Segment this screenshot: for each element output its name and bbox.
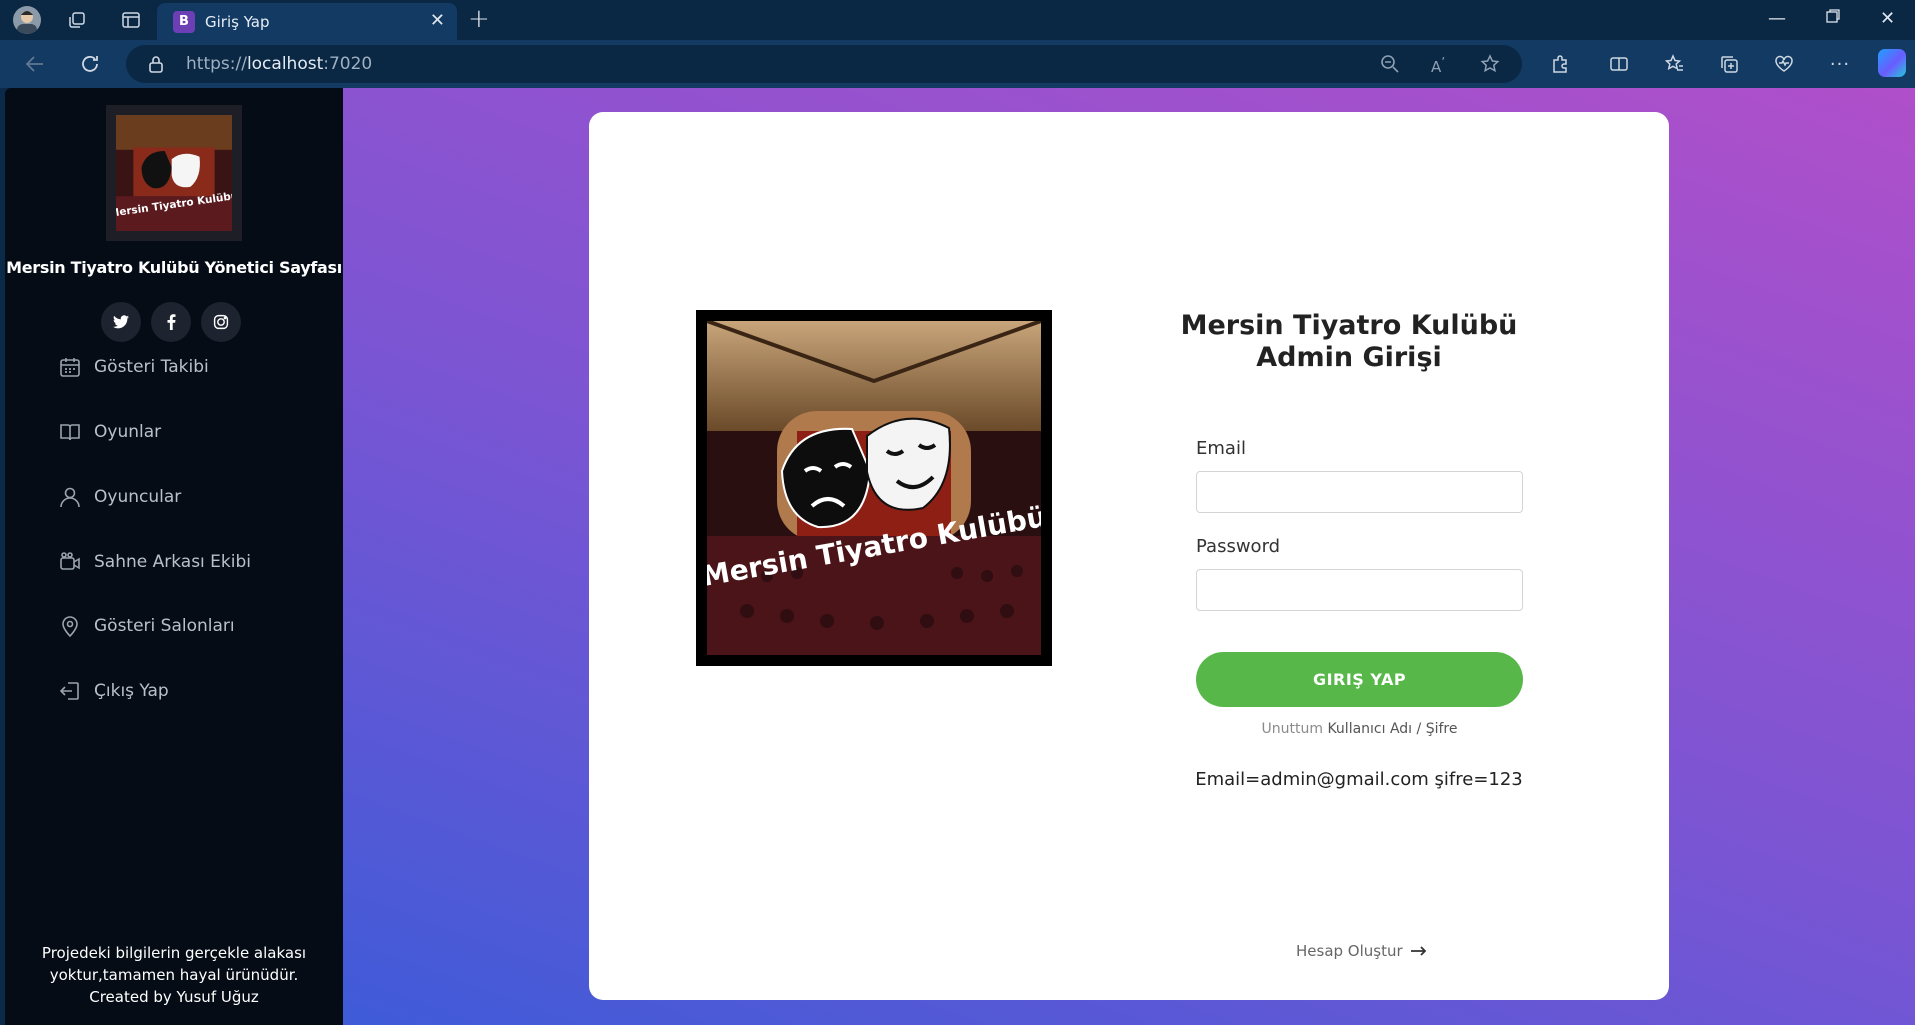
sidebar-item-label: Çıkış Yap: [94, 681, 169, 701]
tab-close-icon[interactable]: ✕: [430, 11, 445, 31]
arrow-right-icon: [1410, 942, 1427, 960]
tab-title: Giriş Yap: [205, 13, 270, 31]
footer-line: Projedeki bilgilerin gerçekle alakası: [41, 944, 307, 962]
favorites-icon[interactable]: [1662, 51, 1688, 77]
sidebar-item-cikis-yap[interactable]: Çıkış Yap: [58, 674, 318, 708]
workspaces-icon[interactable]: [63, 6, 91, 34]
password-label: Password: [1196, 536, 1281, 557]
club-logo-image: Mersin Tiyatro Kulübü: [106, 105, 242, 241]
browser-tab-active[interactable]: B Giriş Yap ✕: [157, 3, 457, 40]
camera-icon: [58, 550, 82, 574]
sidebar-footer: Projedeki bilgilerin gerçekle alakası yo…: [5, 942, 343, 1008]
tab-actions-icon[interactable]: [117, 6, 145, 34]
sidebar-item-label: Gösteri Takibi: [94, 357, 209, 377]
address-bar[interactable]: https://localhost:7020 Aʼ: [126, 45, 1522, 83]
theater-image: Mersin Tiyatro Kulübü: [696, 310, 1052, 666]
sidebar-item-label: Oyuncular: [94, 487, 182, 507]
back-arrow-icon[interactable]: [22, 51, 48, 77]
theater-masks-image: Mersin Tiyatro Kulübü: [707, 321, 1041, 655]
minimize-icon[interactable]: —: [1768, 8, 1786, 29]
browser-navbar: https://localhost:7020 Aʼ ···: [0, 40, 1915, 88]
sidebar-item-label: Gösteri Salonları: [94, 616, 235, 636]
footer-line: yoktur,tamamen hayal ürünüdür.: [49, 966, 299, 984]
browser-tabbar: B Giriş Yap ✕ + — ✕: [0, 0, 1915, 40]
email-label: Email: [1196, 438, 1246, 459]
theater-masks-logo: Mersin Tiyatro Kulübü: [116, 115, 232, 231]
forgot-prefix: Unuttum: [1261, 721, 1323, 737]
sidebar-item-gosteri-salonlari[interactable]: Gösteri Salonları: [58, 609, 318, 643]
login-card: Mersin Tiyatro Kulübü Mersin Tiyatro Kul…: [589, 112, 1669, 1000]
login-title-line: Admin Girişi: [1256, 342, 1442, 373]
forgot-credentials: Unuttum Kullanıcı Adı / Şifre: [1196, 721, 1523, 737]
sidebar-title: Mersin Tiyatro Kulübü Yönetici Sayfası: [6, 258, 342, 277]
social-links: [101, 302, 241, 342]
sidebar-item-label: Sahne Arkası Ekibi: [94, 552, 252, 572]
extensions-icon[interactable]: [1547, 51, 1573, 77]
profile-avatar[interactable]: [13, 6, 41, 34]
create-account-link[interactable]: Hesap Oluştur: [1296, 942, 1427, 960]
collections-icon[interactable]: [1716, 51, 1742, 77]
book-icon: [58, 420, 82, 444]
logout-icon: [58, 679, 82, 703]
more-menu-icon[interactable]: ···: [1827, 51, 1853, 77]
new-tab-button[interactable]: +: [468, 4, 490, 34]
bootstrap-favicon-icon: B: [173, 11, 195, 33]
sidebar-item-gosteri-takibi[interactable]: Gösteri Takibi: [58, 350, 318, 384]
zoom-icon[interactable]: [1380, 54, 1400, 78]
window-close-icon[interactable]: ✕: [1880, 8, 1895, 29]
favorite-star-icon[interactable]: [1480, 54, 1500, 78]
sidebar-item-label: Oyunlar: [94, 422, 162, 442]
split-screen-icon[interactable]: [1606, 51, 1632, 77]
login-title-line: Mersin Tiyatro Kulübü: [1180, 310, 1518, 341]
restore-icon[interactable]: [1825, 8, 1841, 29]
password-field[interactable]: [1196, 569, 1523, 611]
instagram-icon[interactable]: [201, 302, 241, 342]
email-field[interactable]: [1196, 471, 1523, 513]
demo-credentials-hint: Email=admin@gmail.com şifre=123: [1195, 769, 1523, 790]
url-text[interactable]: https://localhost:7020: [186, 54, 372, 74]
twitter-icon[interactable]: [101, 302, 141, 342]
sidebar-item-oyuncular[interactable]: Oyuncular: [58, 480, 318, 514]
read-aloud-icon[interactable]: Aʼ: [1431, 54, 1445, 76]
sidebar: Mersin Tiyatro Kulübü Mersin Tiyatro Kul…: [5, 88, 343, 1025]
sidebar-item-oyunlar[interactable]: Oyunlar: [58, 415, 318, 449]
footer-credit: Created by Yusuf Uğuz: [89, 988, 259, 1006]
lock-icon[interactable]: [148, 55, 164, 77]
main-content: Mersin Tiyatro Kulübü Mersin Tiyatro Kul…: [343, 88, 1915, 1025]
login-title: Mersin Tiyatro Kulübü Admin Girişi: [1169, 310, 1529, 374]
sidebar-item-sahne-arkasi[interactable]: Sahne Arkası Ekibi: [58, 545, 318, 579]
forgot-credentials-link[interactable]: Kullanıcı Adı / Şifre: [1327, 721, 1457, 737]
facebook-icon[interactable]: [151, 302, 191, 342]
map-pin-icon: [58, 614, 82, 638]
login-button[interactable]: GIRIŞ YAP: [1196, 652, 1523, 707]
browser-essentials-icon[interactable]: [1771, 51, 1797, 77]
copilot-icon[interactable]: [1878, 49, 1906, 77]
refresh-icon[interactable]: [77, 51, 103, 77]
calendar-icon: [58, 355, 82, 379]
create-account-label: Hesap Oluştur: [1296, 942, 1403, 960]
user-icon: [58, 485, 82, 509]
